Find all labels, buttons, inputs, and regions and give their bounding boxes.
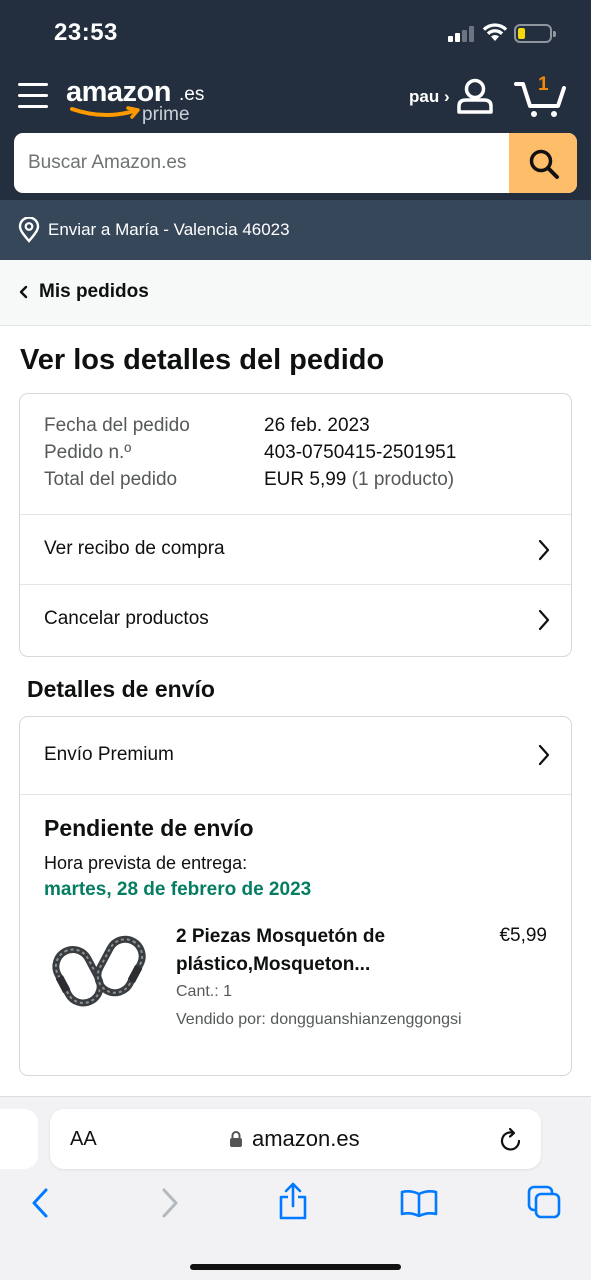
previous-tab-peek[interactable]: [0, 1109, 38, 1169]
search-input[interactable]: Buscar Amazon.es: [28, 152, 186, 174]
shipping-method-link[interactable]: Envío Premium: [20, 717, 571, 795]
product-seller: Vendido por: dongguanshianzenggongsi: [176, 1011, 462, 1028]
status-time: 23:53: [54, 19, 118, 46]
product-quantity: Cant.: 1: [176, 983, 233, 1000]
deliver-to-bar[interactable]: Enviar a María - Valencia 46023: [0, 200, 591, 260]
wifi-icon: [482, 23, 508, 41]
location-pin-icon: [18, 217, 40, 243]
cellular-signal-icon: [448, 26, 476, 42]
shipment-status: Pendiente de envío: [44, 815, 254, 841]
product-title-line-1: 2 Piezas Mosquetón de: [176, 926, 386, 947]
lock-icon: [230, 1131, 242, 1147]
view-receipt-label: Ver recibo de compra: [44, 538, 225, 559]
amazon-logo[interactable]: amazon .es prime: [66, 76, 206, 132]
order-date-label: Fecha del pedido: [44, 415, 190, 436]
eta-label: Hora prevista de entrega:: [44, 853, 248, 873]
order-number-label: Pedido n.º: [44, 442, 132, 463]
order-number-value: 403-0750415-2501951: [264, 442, 457, 463]
eta-date: martes, 28 de febrero de 2023: [44, 879, 312, 900]
shipping-card: Envío Premium Pendiente de envío Hora pr…: [19, 716, 572, 1076]
address-bar[interactable]: AA amazon.es: [50, 1109, 541, 1169]
deliver-to-text: Enviar a María - Valencia 46023: [48, 220, 290, 239]
view-receipt-link[interactable]: Ver recibo de compra: [20, 514, 571, 585]
status-bar: 23:53: [0, 0, 591, 66]
search-bar[interactable]: Buscar Amazon.es: [14, 133, 577, 193]
shipping-method-label: Envío Premium: [44, 744, 174, 765]
search-icon: [529, 149, 559, 179]
order-total-label: Total del pedido: [44, 469, 178, 490]
forward-icon[interactable]: [158, 1187, 180, 1219]
chevron-right-icon: [538, 539, 550, 561]
page-title: Ver los detalles del pedido: [20, 344, 385, 376]
order-date-value: 26 feb. 2023: [264, 415, 370, 436]
order-total-amount: EUR 5,99: [264, 469, 347, 490]
cart-button[interactable]: 1: [514, 74, 568, 118]
product-title-line-2: plástico,Mosqueton...: [176, 954, 371, 975]
cancel-products-label: Cancelar productos: [44, 608, 209, 629]
battery-icon: [514, 24, 556, 43]
bookmarks-icon[interactable]: [400, 1189, 438, 1217]
cancel-products-link[interactable]: Cancelar productos: [20, 584, 571, 655]
user-icon[interactable]: [456, 78, 494, 114]
amazon-header: amazon .es prime pau › 1 Buscar Amazon.e…: [0, 66, 591, 200]
breadcrumb-label: Mis pedidos: [39, 281, 149, 302]
order-total-count: (1 producto): [346, 469, 455, 490]
search-button[interactable]: [509, 133, 577, 193]
share-icon[interactable]: [277, 1181, 309, 1221]
breadcrumb[interactable]: Mis pedidos: [0, 260, 591, 326]
home-indicator: [190, 1264, 401, 1270]
cart-count: 1: [538, 74, 549, 95]
logo-prime: prime: [142, 104, 190, 125]
order-total-value: EUR 5,99 (1 producto): [264, 466, 454, 493]
url-text: amazon.es: [252, 1126, 360, 1151]
product-image[interactable]: [46, 922, 152, 1018]
browser-toolbar: AA amazon.es: [0, 1096, 591, 1280]
smile-arrow-icon: [70, 106, 140, 119]
product-title-link[interactable]: 2 Piezas Mosquetón de plástico,Mosqueton…: [176, 923, 446, 979]
chevron-right-icon: [538, 609, 550, 631]
chevron-right-icon: [538, 744, 550, 766]
shipping-heading: Detalles de envío: [27, 676, 215, 702]
logo-tld: .es: [179, 84, 205, 105]
chevron-left-icon: [19, 285, 28, 299]
product-price: €5,99: [499, 925, 547, 946]
reader-options-button[interactable]: AA: [70, 1128, 97, 1151]
back-icon[interactable]: [30, 1187, 52, 1219]
tabs-icon[interactable]: [527, 1185, 561, 1219]
account-link[interactable]: pau ›: [409, 87, 450, 107]
order-summary-card: Fecha del pedido 26 feb. 2023 Pedido n.º…: [19, 393, 572, 657]
reload-icon[interactable]: [499, 1126, 523, 1152]
menu-icon[interactable]: [18, 83, 48, 109]
